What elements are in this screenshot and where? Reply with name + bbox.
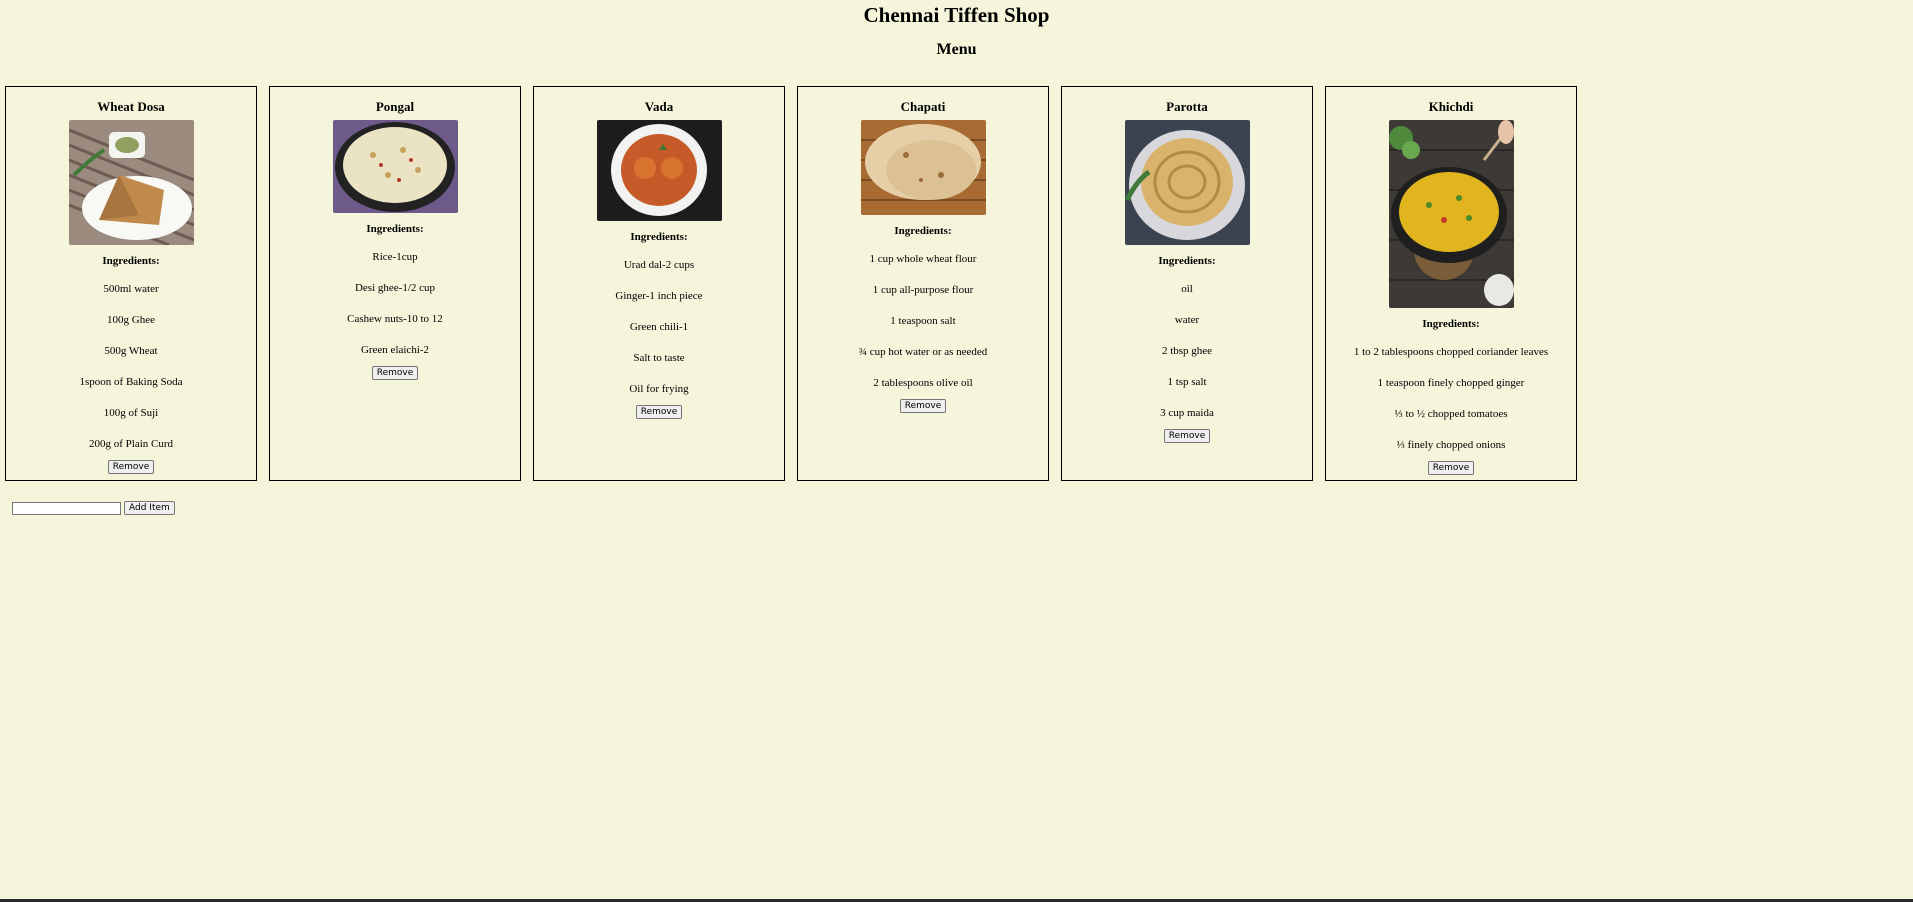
- ingredients-heading: Ingredients:: [1158, 255, 1216, 267]
- remove-button[interactable]: Remove: [371, 366, 419, 380]
- remove-button[interactable]: Remove: [899, 399, 947, 413]
- ingredient-item: 100g of Suji: [103, 407, 159, 419]
- ingredient-item: Rice-1cup: [372, 251, 418, 263]
- menu-card-parotta: Parotta Ingredients: oil water 2 tbsp gh…: [1061, 86, 1313, 481]
- ingredient-item: 500ml water: [103, 283, 159, 295]
- ingredient-item: Salt to taste: [633, 352, 685, 364]
- card-title: Parotta: [1166, 99, 1208, 114]
- ingredient-item: Desi ghee-1/2 cup: [354, 282, 436, 294]
- parotta-image: [1124, 120, 1250, 245]
- ingredient-item: Ginger-1 inch piece: [615, 290, 703, 302]
- ingredient-item: Cashew nuts-10 to 12: [347, 313, 443, 325]
- menu-card-vada: Vada Ingredients: Urad dal-2 cups Ginger…: [533, 86, 785, 481]
- ingredient-item: water: [1174, 314, 1200, 326]
- remove-button[interactable]: Remove: [635, 405, 683, 419]
- menu-heading: Menu: [936, 41, 977, 58]
- ingredient-item: ⅓ to ½ chopped tomatoes: [1394, 408, 1508, 420]
- remove-button[interactable]: Remove: [107, 460, 155, 474]
- menu-card-wheat-dosa: Wheat Dosa Ingredients: 500ml water 100g…: [5, 86, 257, 481]
- ingredient-item: 1 cup whole wheat flour: [869, 253, 977, 265]
- card-title: Pongal: [375, 99, 415, 114]
- card-title: Vada: [644, 99, 674, 114]
- menu-cards: Wheat Dosa Ingredients: 500ml water 100g…: [5, 86, 1577, 481]
- card-title: Chapati: [900, 99, 946, 114]
- ingredient-item: 1 teaspoon salt: [890, 315, 956, 327]
- ingredient-item: ⅓ finely chopped onions: [1396, 439, 1506, 451]
- ingredient-item: 1spoon of Baking Soda: [79, 376, 183, 388]
- add-item-form: Add Item: [12, 501, 175, 515]
- ingredient-item: 200g of Plain Curd: [88, 438, 174, 450]
- ingredient-item: 2 tablespoons olive oil: [873, 377, 973, 389]
- chapati-image: [860, 120, 986, 215]
- ingredients-heading: Ingredients:: [102, 255, 160, 267]
- page-title: Chennai Tiffen Shop: [863, 3, 1050, 27]
- ingredients-heading: Ingredients:: [894, 225, 952, 237]
- card-title: Khichdi: [1428, 99, 1474, 114]
- khichdi-image: [1388, 120, 1514, 308]
- ingredient-item: 2 tbsp ghee: [1161, 345, 1213, 357]
- ingredient-item: Oil for frying: [629, 383, 689, 395]
- menu-card-chapati: Chapati Ingredients: 1 cup whole wheat f…: [797, 86, 1049, 481]
- ingredients-heading: Ingredients:: [630, 231, 688, 243]
- ingredient-item: Green chili-1: [629, 321, 689, 333]
- ingredients-heading: Ingredients:: [1422, 318, 1480, 330]
- add-item-button[interactable]: Add Item: [124, 501, 175, 515]
- ingredient-item: 1 cup all-purpose flour: [872, 284, 974, 296]
- ingredient-item: 1 tsp salt: [1167, 376, 1207, 388]
- new-item-input[interactable]: [12, 501, 121, 515]
- ingredient-item: Urad dal-2 cups: [623, 259, 695, 271]
- ingredient-item: oil: [1181, 283, 1193, 295]
- ingredient-item: 3 cup maida: [1160, 407, 1214, 419]
- pongal-image: [332, 120, 458, 213]
- remove-button[interactable]: Remove: [1427, 461, 1475, 475]
- ingredient-item: 100g Ghee: [107, 314, 155, 326]
- menu-card-pongal: Pongal Ingredients: Rice-1cup Desi ghee-…: [269, 86, 521, 481]
- ingredient-item: ¾ cup hot water or as needed: [858, 346, 988, 358]
- ingredient-item: Green elaichi-2: [360, 344, 430, 356]
- ingredient-item: 500g Wheat: [104, 345, 158, 357]
- card-title: Wheat Dosa: [97, 99, 165, 114]
- wheat-dosa-image: [68, 120, 194, 245]
- ingredient-item: 1 teaspoon finely chopped ginger: [1377, 377, 1525, 389]
- menu-card-khichdi: Khichdi Ingredients: 1 to 2 tablespoons …: [1325, 86, 1577, 481]
- vada-image: [596, 120, 722, 221]
- remove-button[interactable]: Remove: [1163, 429, 1211, 443]
- ingredient-item: 1 to 2 tablespoons chopped coriander lea…: [1353, 346, 1549, 358]
- ingredients-heading: Ingredients:: [366, 223, 424, 235]
